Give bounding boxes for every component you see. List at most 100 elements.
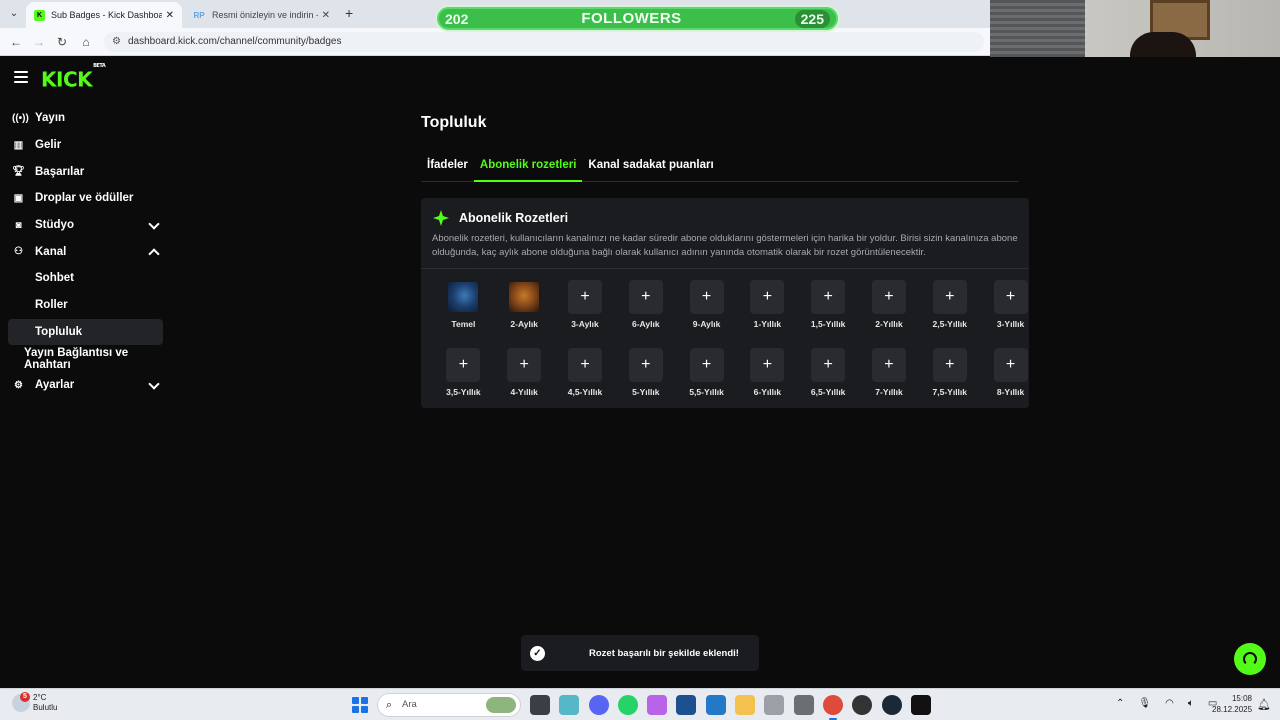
forward-icon[interactable]: →	[31, 34, 47, 50]
badge-label: 7-Yıllık	[875, 387, 903, 397]
tab-ifadeler[interactable]: İfadeler	[421, 153, 474, 182]
address-bar[interactable]: ⚙ dashboard.kick.com/channel/community/b…	[104, 32, 984, 52]
reload-icon[interactable]: ↻	[54, 34, 70, 50]
calculator-icon[interactable]	[793, 695, 814, 715]
tab-kick-dashboard[interactable]: K Sub Badges - Kick Dashboard ✕	[26, 2, 182, 28]
tab-kanal-sadakat-puanlari[interactable]: Kanal sadakat puanları	[582, 153, 719, 182]
badge-slot[interactable]: +7-Yıllık	[859, 348, 920, 397]
add-badge-button[interactable]: +	[689, 348, 724, 382]
badge-slot[interactable]: +3,5-Yıllık	[433, 348, 494, 397]
sidebar-item-yayin[interactable]: ((•)) Yayın	[0, 105, 170, 132]
add-badge-button[interactable]: +	[567, 280, 602, 314]
followers-goal: 225	[794, 9, 830, 28]
add-badge-button[interactable]: +	[507, 348, 542, 382]
sidebar-item-droplar[interactable]: ▣ Droplar ve ödüller	[0, 185, 170, 212]
photos-icon[interactable]	[705, 695, 726, 715]
notification-bell-icon[interactable]: 🔔︎	[1257, 698, 1271, 711]
add-badge-button[interactable]: +	[750, 280, 785, 314]
add-badge-button[interactable]: +	[811, 280, 846, 314]
badge-slot[interactable]: +7,5-Yıllık	[919, 348, 980, 397]
site-info-icon[interactable]: ⚙	[112, 32, 121, 52]
home-icon[interactable]: ⌂	[78, 34, 94, 50]
add-badge-button[interactable]: +	[871, 348, 906, 382]
add-badge-button[interactable]: +	[993, 348, 1028, 382]
badge-image[interactable]	[446, 280, 481, 314]
badge-slot[interactable]: +5-Yıllık	[615, 348, 676, 397]
epic-games-icon[interactable]	[910, 695, 931, 715]
badge-slot[interactable]: Temel	[433, 280, 494, 329]
start-button[interactable]	[352, 697, 368, 713]
badge-label: 6-Yıllık	[753, 387, 782, 397]
folder-icon[interactable]	[735, 695, 756, 715]
add-badge-button[interactable]: +	[993, 280, 1028, 314]
mouse-icon[interactable]	[764, 695, 785, 715]
add-badge-button[interactable]: +	[567, 348, 602, 382]
badge-label: 6-Aylık	[632, 319, 660, 329]
badge-slot[interactable]: +3-Aylık	[555, 280, 616, 329]
tab-resmi-onizleyin[interactable]: RP Resmi önizleyin ve indirin - Res ✕	[184, 2, 338, 28]
badge-slot[interactable]: +2-Yıllık	[859, 280, 920, 329]
whatsapp-icon[interactable]	[617, 695, 638, 715]
microphone-icon[interactable]: 🎙︎	[1138, 698, 1151, 709]
obs-icon[interactable]	[852, 695, 873, 715]
add-badge-button[interactable]: +	[446, 348, 481, 382]
badge-slot[interactable]: +9-Aylık	[676, 280, 737, 329]
sidebar-item-ayarlar[interactable]: ⚙ Ayarlar	[0, 372, 170, 399]
sidebar-item-sohbet[interactable]: Sohbet	[0, 265, 170, 292]
add-badge-button[interactable]: +	[811, 348, 846, 382]
kick-logo[interactable]: KICKBETA	[41, 63, 106, 90]
badge-slot[interactable]: 2-Aylık	[494, 280, 555, 329]
volume-icon[interactable]: 🔈︎	[1188, 698, 1194, 709]
badge-slot[interactable]: +8-Yıllık	[980, 348, 1041, 397]
steam-icon[interactable]	[881, 695, 902, 715]
add-badge-button[interactable]: +	[932, 280, 967, 314]
tab-search-icon[interactable]: ⌄	[6, 6, 22, 22]
close-tab-icon[interactable]: ✕	[166, 10, 174, 21]
add-badge-button[interactable]: +	[628, 348, 663, 382]
badge-slot[interactable]: +6,5-Yıllık	[798, 348, 859, 397]
app-icon[interactable]	[559, 695, 580, 715]
back-icon[interactable]: ←	[8, 34, 24, 50]
weather-widget[interactable]: 5 2°C Bulutlu	[12, 692, 57, 713]
chevron-up-icon[interactable]: ⌃	[1116, 698, 1124, 709]
chrome-icon[interactable]	[822, 695, 843, 720]
sidebar-item-studyo[interactable]: ◙ Stüdyo	[0, 212, 170, 239]
clock[interactable]: 15:08 28.12.2025	[1212, 693, 1252, 715]
taskbar-search[interactable]: ⌕ Ara	[377, 693, 521, 717]
badge-slot[interactable]: +3-Yıllık	[980, 280, 1041, 329]
add-badge-button[interactable]: +	[932, 348, 967, 382]
app-icon[interactable]	[676, 695, 697, 715]
chart-icon: ▥	[13, 139, 24, 151]
add-badge-button[interactable]: +	[871, 280, 906, 314]
sidebar-item-gelir[interactable]: ▥ Gelir	[0, 132, 170, 159]
badge-slot[interactable]: +2,5-Yıllık	[919, 280, 980, 329]
badge-slot[interactable]: +1-Yıllık	[737, 280, 798, 329]
badge-label: 2-Yıllık	[875, 319, 903, 329]
sidebar-item-topluluk[interactable]: Topluluk	[8, 318, 163, 346]
copilot-icon[interactable]	[647, 695, 668, 715]
sidebar-item-roller[interactable]: Roller	[0, 292, 170, 319]
search-placeholder: Ara	[402, 699, 417, 710]
sidebar-item-kanal[interactable]: ⚇ Kanal	[0, 238, 170, 265]
badge-image[interactable]	[507, 280, 542, 314]
chevron-up-icon	[148, 248, 160, 261]
sidebar-item-basarilar[interactable]: 🏆︎ Başarılar	[0, 158, 170, 185]
badge-slot[interactable]: +4-Yıllık	[494, 348, 555, 397]
task-view-icon[interactable]	[530, 695, 550, 715]
tab-abonelik-rozetleri[interactable]: Abonelik rozetleri	[473, 153, 583, 182]
sidebar-item-yayin-baglantisi[interactable]: Yayın Bağlantısı ve Anahtarı	[0, 345, 170, 372]
badge-slot[interactable]: +4,5-Yıllık	[555, 348, 616, 397]
add-badge-button[interactable]: +	[689, 280, 724, 314]
new-tab-icon[interactable]: +	[345, 5, 353, 21]
close-tab-icon[interactable]: ✕	[322, 10, 330, 21]
badge-slot[interactable]: +6-Yıllık	[737, 348, 798, 397]
badge-slot[interactable]: +6-Aylık	[615, 280, 676, 329]
add-badge-button[interactable]: +	[628, 280, 663, 314]
support-chat-button[interactable]	[1234, 643, 1266, 675]
discord-icon[interactable]	[588, 695, 609, 715]
badge-slot[interactable]: +5,5-Yıllık	[676, 348, 737, 397]
menu-icon[interactable]	[14, 71, 28, 83]
wifi-icon[interactable]: ◠	[1165, 698, 1174, 709]
add-badge-button[interactable]: +	[750, 348, 785, 382]
badge-slot[interactable]: +1,5-Yıllık	[798, 280, 859, 329]
